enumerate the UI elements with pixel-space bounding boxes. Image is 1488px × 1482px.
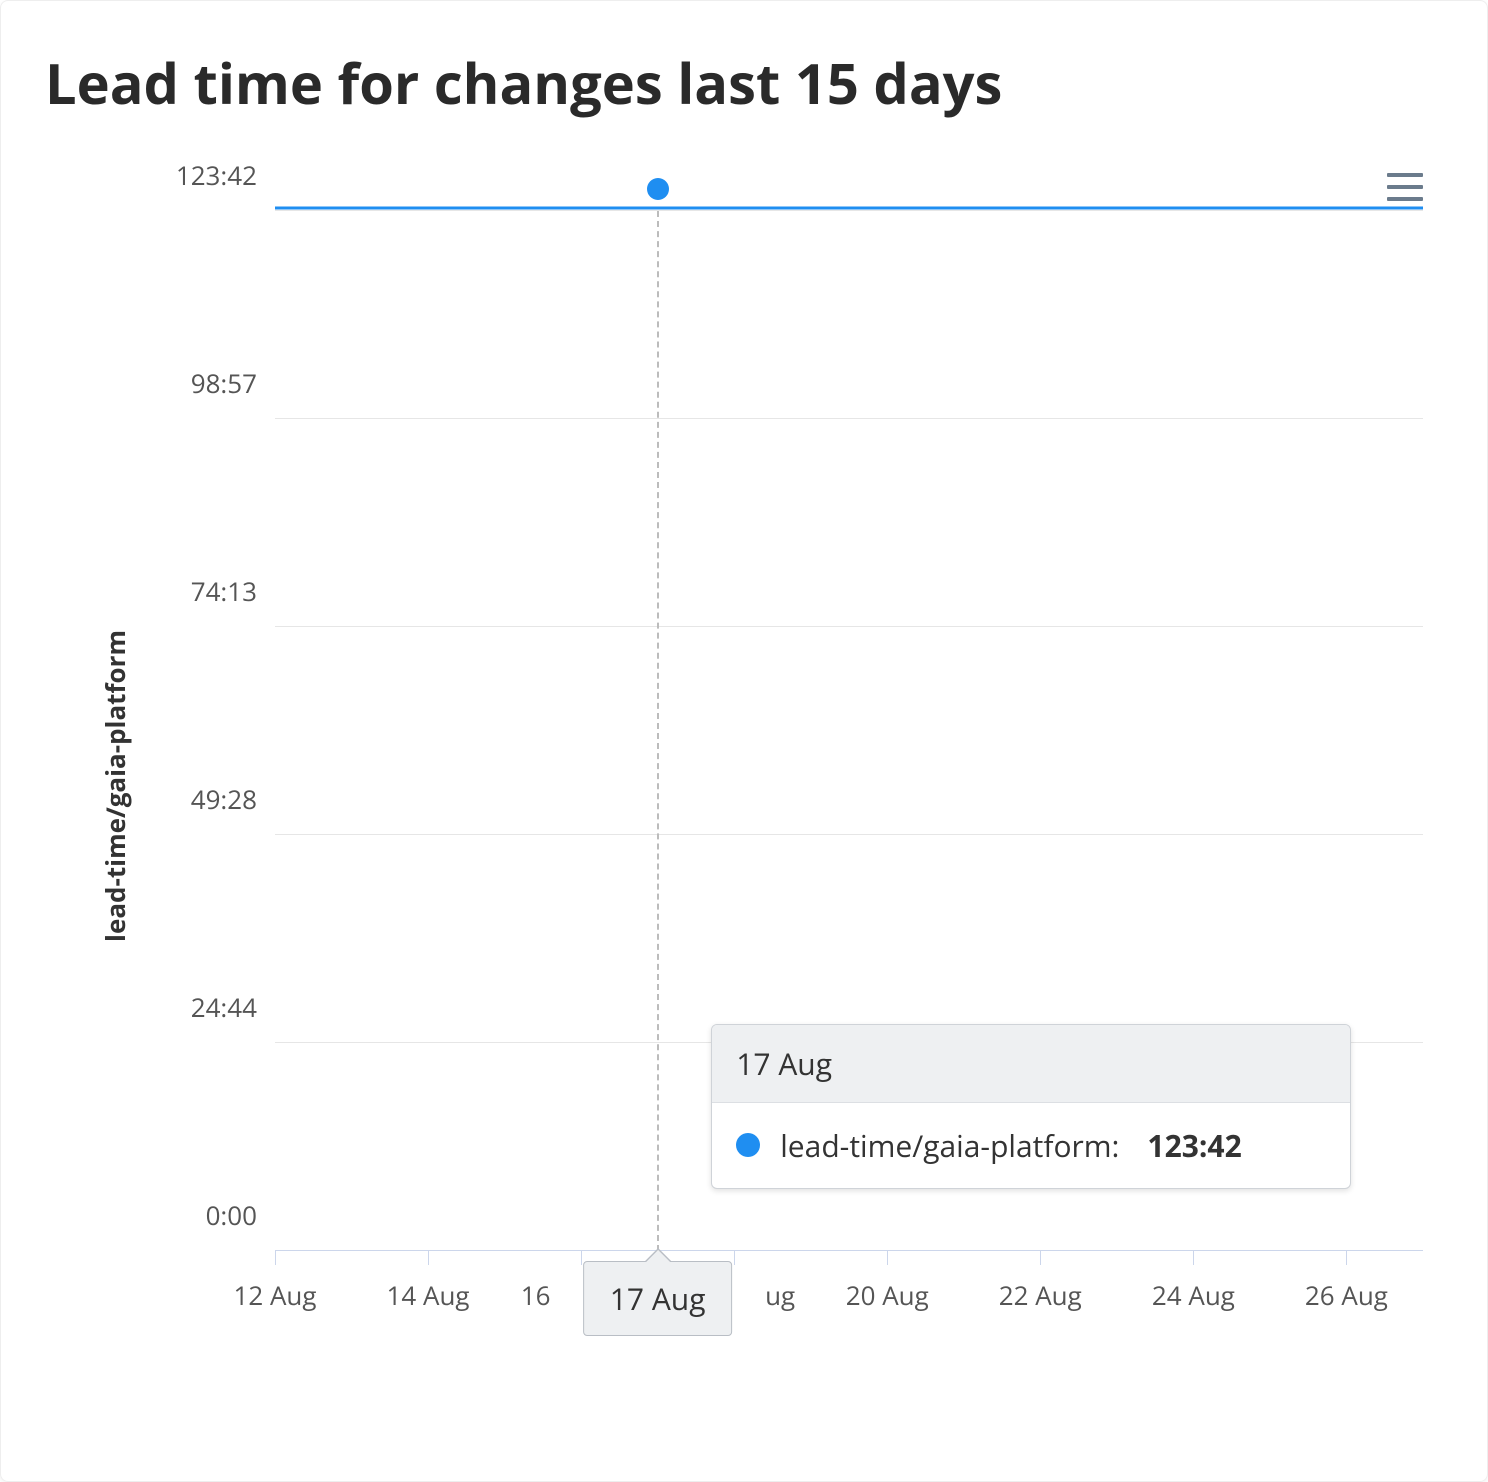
- series-line: [275, 207, 1423, 210]
- series-color-dot-icon: [736, 1133, 760, 1157]
- crosshair-line: [657, 211, 659, 1251]
- x-tick: [1193, 1251, 1194, 1265]
- y-tick-label: 24:44: [191, 989, 257, 1025]
- x-tick: [1040, 1251, 1041, 1265]
- x-tick: [275, 1251, 276, 1265]
- x-tick: [581, 1251, 582, 1265]
- x-tick-label: 24 Aug: [1152, 1277, 1235, 1313]
- x-tick-label-partial: ug: [765, 1277, 795, 1313]
- x-highlight-label: 17 Aug: [610, 1278, 706, 1319]
- tooltip-header: 17 Aug: [712, 1025, 1350, 1103]
- x-tick-label: 14 Aug: [387, 1277, 470, 1313]
- y-axis-title: lead-time/gaia-platform: [97, 630, 133, 942]
- x-tick-label: 26 Aug: [1305, 1277, 1388, 1313]
- gridline: [275, 626, 1423, 627]
- gridline: [275, 834, 1423, 835]
- hamburger-icon: [1387, 173, 1423, 177]
- x-tick-label: 20 Aug: [846, 1277, 929, 1313]
- x-tick-label-partial: 16: [521, 1277, 551, 1313]
- x-tick: [428, 1251, 429, 1265]
- x-highlight-box: 17 Aug: [583, 1261, 733, 1336]
- chart-menu-button[interactable]: [1385, 169, 1425, 205]
- hamburger-icon: [1387, 185, 1423, 189]
- data-point-marker[interactable]: [647, 178, 669, 200]
- plot-region[interactable]: 0:00 24:44 49:28 74:13 98:57 123:42 12 A…: [275, 211, 1423, 1251]
- tooltip-series-name: lead-time/gaia-platform:: [780, 1125, 1119, 1166]
- x-baseline: [275, 1250, 1423, 1251]
- y-tick-label: 98:57: [191, 365, 257, 401]
- tooltip-body: lead-time/gaia-platform: 123:42: [712, 1103, 1350, 1188]
- chart-area: lead-time/gaia-platform 0:00 24:44 49:28…: [45, 151, 1443, 1421]
- x-tick: [1346, 1251, 1347, 1265]
- tooltip: 17 Aug lead-time/gaia-platform: 123:42: [711, 1024, 1351, 1189]
- tooltip-value: 123:42: [1147, 1125, 1241, 1166]
- y-tick-label: 49:28: [191, 781, 257, 817]
- x-tick: [734, 1251, 735, 1265]
- chart-card: Lead time for changes last 15 days lead-…: [0, 0, 1488, 1482]
- x-tick-label: 12 Aug: [234, 1277, 317, 1313]
- y-tick-label: 74:13: [191, 573, 257, 609]
- y-tick-label: 123:42: [176, 157, 257, 193]
- chart-title: Lead time for changes last 15 days: [45, 45, 1443, 121]
- x-tick: [887, 1251, 888, 1265]
- y-tick-label: 0:00: [206, 1197, 257, 1233]
- gridline: [275, 210, 1423, 211]
- hamburger-icon: [1387, 197, 1423, 201]
- x-tick-label: 22 Aug: [999, 1277, 1082, 1313]
- gridline: [275, 418, 1423, 419]
